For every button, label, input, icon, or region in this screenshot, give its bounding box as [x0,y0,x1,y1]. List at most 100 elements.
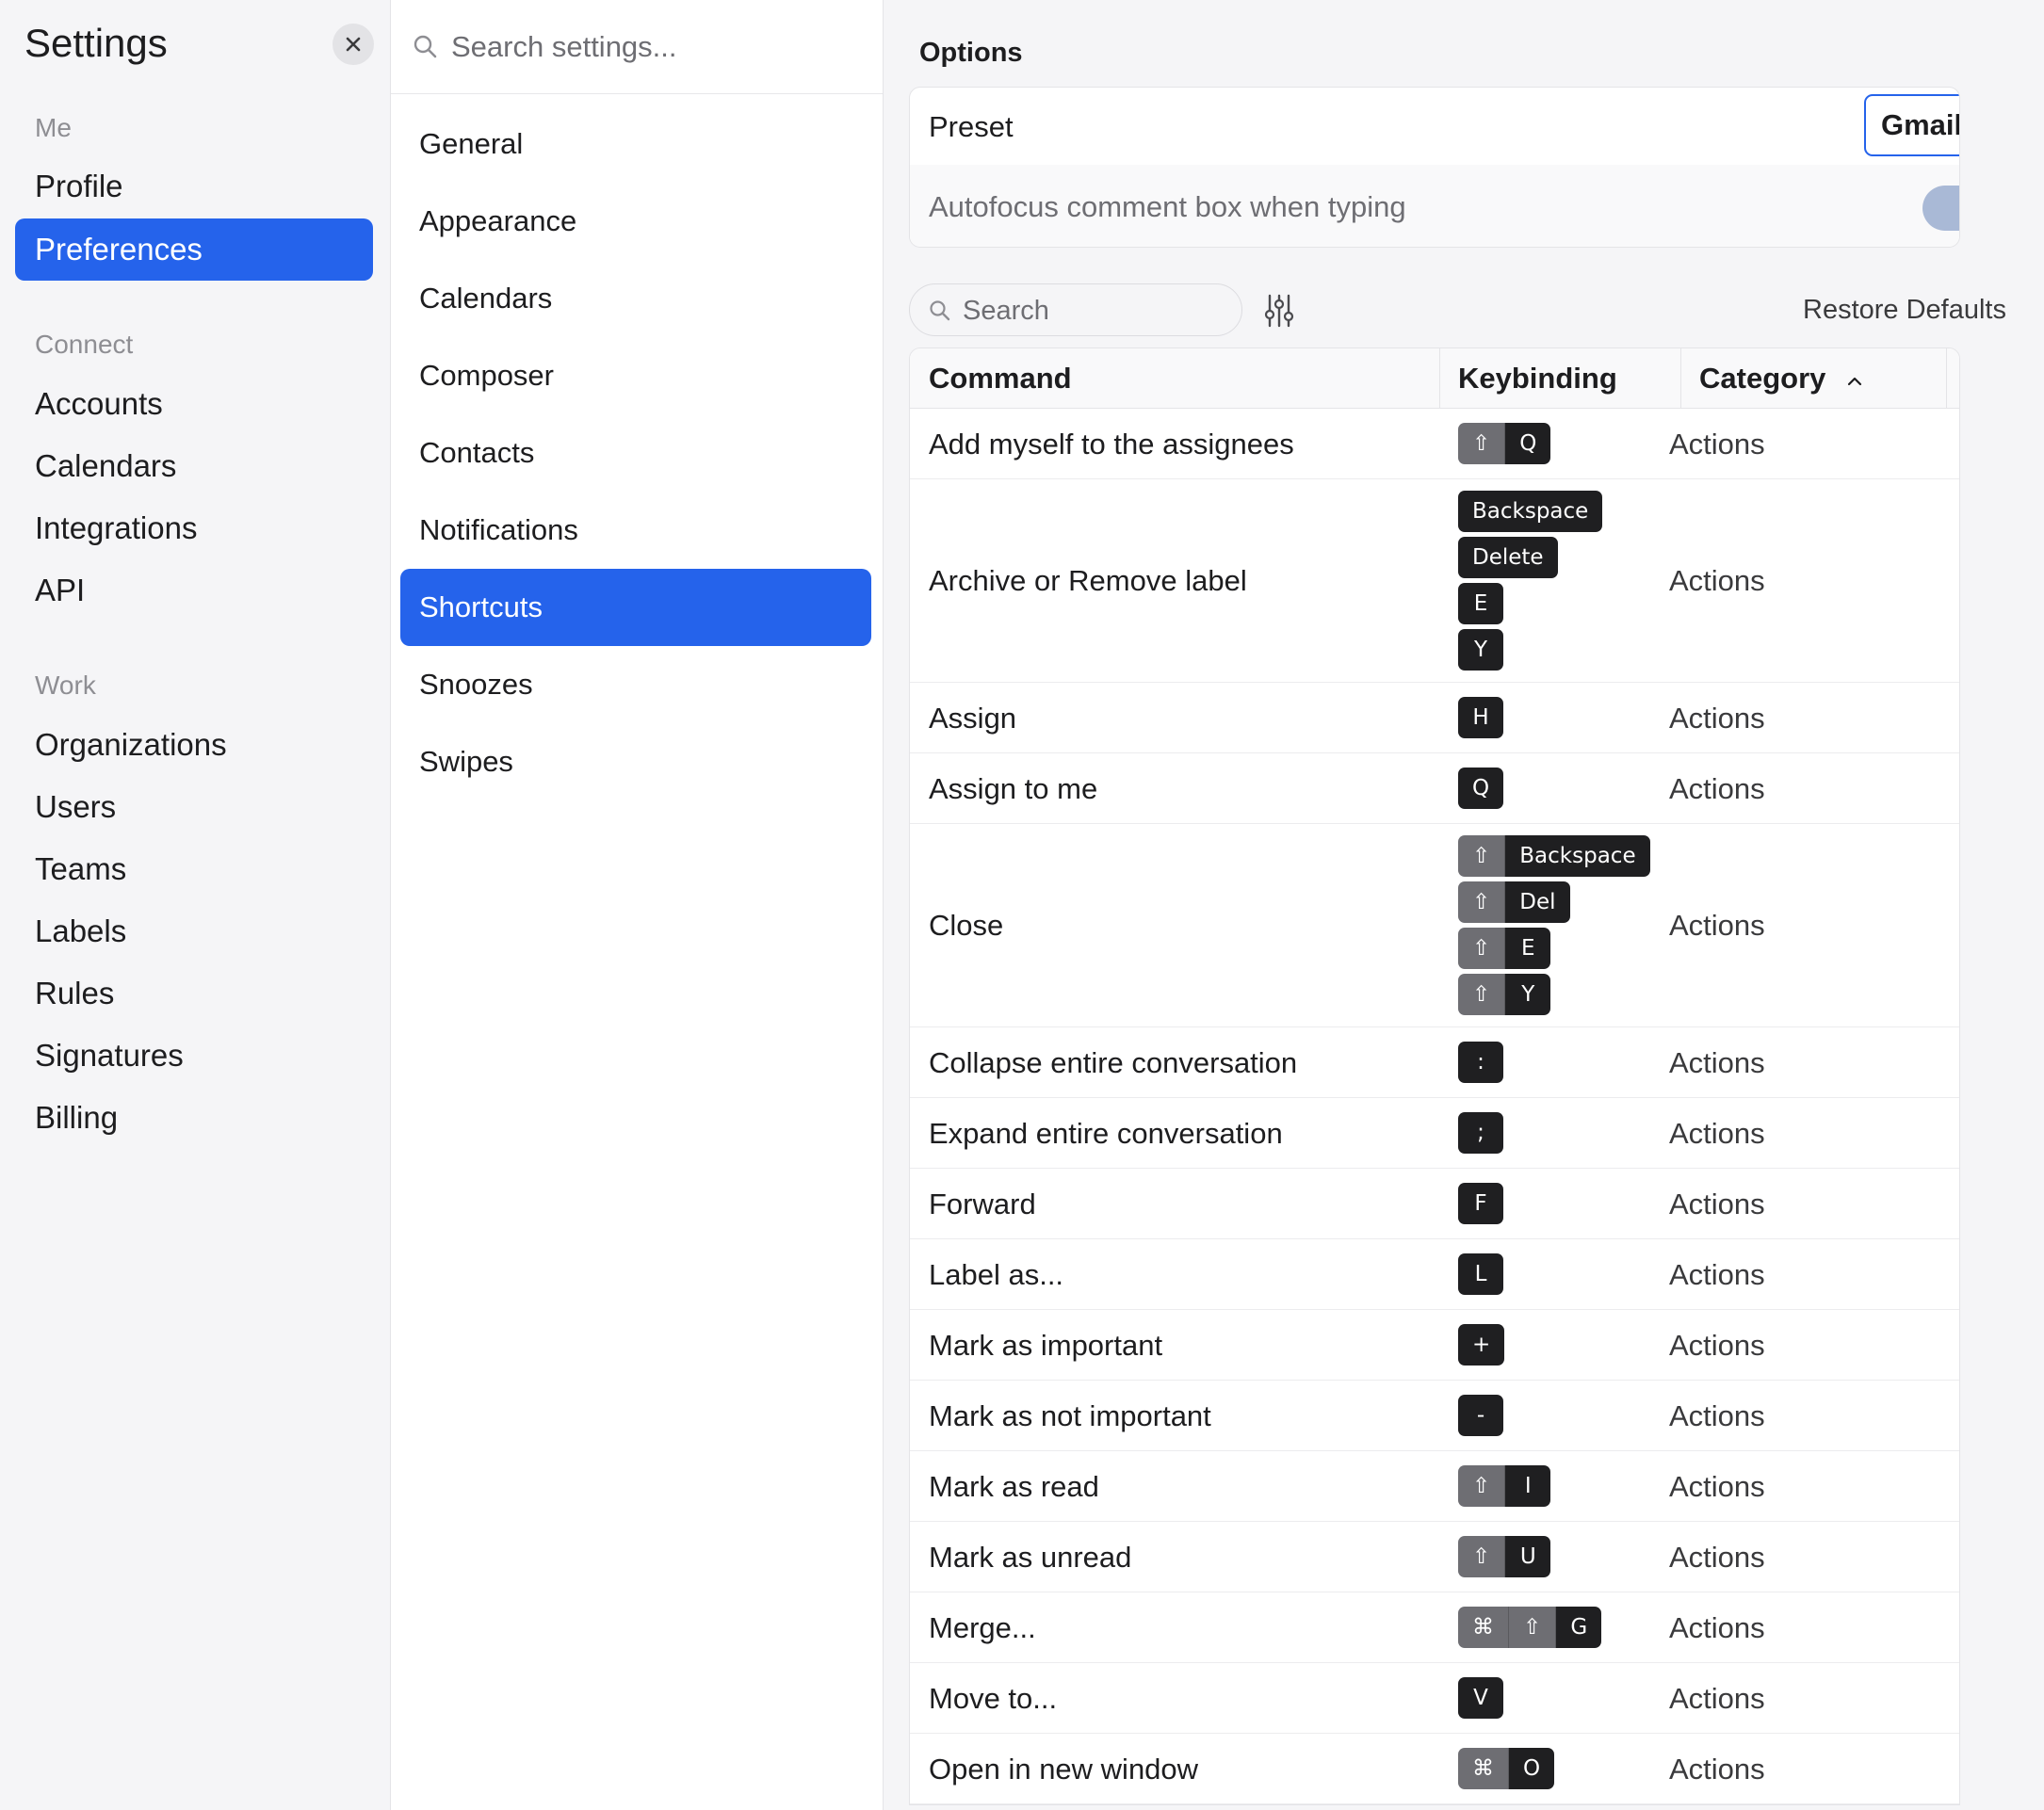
keybinding-combo: ⌘ ⇧ G [1458,1606,1602,1650]
keybinding-combo: ⇧ Y [1458,973,1650,1017]
sidebar-item-users[interactable]: Users [15,776,373,838]
command-name: Assign to me [929,771,1098,805]
nav-item-contacts[interactable]: Contacts [400,414,871,492]
keybinding-cell[interactable]: : [1458,1041,1503,1088]
section-label-connect: Connect [35,330,134,359]
sidebar-item-signatures[interactable]: Signatures [15,1025,373,1087]
key-chip: L [1458,1252,1503,1295]
key-chip: ⇧ Backspace [1458,834,1650,877]
category-label: Actions [1669,909,1765,942]
preset-select[interactable]: Gmail [1864,94,1959,156]
nav-item-shortcuts[interactable]: Shortcuts [400,569,871,646]
keybinding-cell[interactable]: + [1458,1323,1505,1370]
shift-key-icon: ⇧ [1458,927,1506,969]
keybinding-cell[interactable]: ⇧ Backspace ⇧ Del ⇧ E ⇧ Y [1458,834,1650,1020]
shift-key-icon: ⇧ [1458,422,1506,464]
keybinding-cell[interactable]: Backspace Delete E Y [1458,490,1603,675]
column-header-keybinding[interactable]: Keybinding [1458,348,1617,409]
nav-item-calendars[interactable]: Calendars [400,260,871,337]
settings-sidebar: Settings Me Profile Preferences Connect … [0,0,391,1810]
autofocus-toggle[interactable] [1922,186,1959,231]
close-icon [346,37,361,52]
keybinding-combo: ⇧ Backspace [1458,834,1650,879]
category-label: Actions [1669,1752,1765,1786]
keybinding-cell[interactable]: ⇧ Q [1458,422,1551,469]
shortcut-search-input[interactable] [963,292,1226,330]
keybinding-cell[interactable]: ⌘ O [1458,1747,1555,1794]
key-label: Q [1458,767,1504,809]
options-title: Options [919,38,1023,68]
key-label: I [1505,1464,1551,1507]
table-row: Assign to me Q Actions [910,753,1959,824]
nav-item-snoozes[interactable]: Snoozes [400,646,871,723]
category-label: Actions [1669,1469,1765,1503]
sidebar-item-api[interactable]: API [15,559,373,622]
sidebar-item-calendars[interactable]: Calendars [15,435,373,497]
nav-item-appearance[interactable]: Appearance [400,183,871,260]
sidebar-item-integrations[interactable]: Integrations [15,497,373,559]
nav-item-composer[interactable]: Composer [400,337,871,414]
command-name: Mark as unread [929,1540,1132,1574]
autofocus-row: Autofocus comment box when typing [910,165,1959,247]
column-header-command[interactable]: Command [929,348,1072,409]
keybinding-combo: ⇧ E [1458,927,1650,971]
restore-defaults-button[interactable]: Restore Defaults [1803,295,2006,326]
key-label: U [1505,1535,1551,1577]
sidebar-item-billing[interactable]: Billing [15,1087,373,1149]
category-label: Actions [1669,771,1765,805]
table-row: Mark as unread ⇧ U Actions [910,1522,1959,1592]
sidebar-item-preferences[interactable]: Preferences [15,218,373,281]
shortcuts-panel: Options Preset Gmail Autofocus comment b… [884,0,2044,1810]
keybinding-cell[interactable]: Q [1458,767,1504,814]
preset-label: Preset [929,110,1014,143]
keybinding-combo: Y [1458,628,1602,672]
sidebar-item-labels[interactable]: Labels [15,900,373,962]
command-name: Close [929,909,1004,942]
category-label: Actions [1669,701,1765,735]
shift-key-icon: ⇧ [1458,1535,1506,1577]
sidebar-item-teams[interactable]: Teams [15,838,373,900]
command-name: Expand entire conversation [929,1116,1283,1150]
keybinding-combo: V [1458,1676,1503,1721]
key-label: G [1556,1606,1602,1648]
key-chip: ⇧ U [1458,1535,1551,1577]
command-name: Collapse entire conversation [929,1045,1298,1079]
keybinding-cell[interactable]: F [1458,1182,1503,1229]
keybinding-cell[interactable]: ⇧ I [1458,1464,1551,1511]
keybinding-cell[interactable]: V [1458,1676,1503,1723]
keybinding-cell[interactable]: ⇧ U [1458,1535,1551,1582]
sidebar-item-profile[interactable]: Profile [15,155,373,218]
section-label-me: Me [35,113,72,142]
key-label: Backspace [1505,834,1650,877]
table-row: Archive or Remove label Backspace Delete E Y… [910,479,1959,683]
category-label: Actions [1669,1610,1765,1644]
nav-item-swipes[interactable]: Swipes [400,723,871,800]
nav-item-notifications[interactable]: Notifications [400,492,871,569]
column-header-category[interactable]: Category [1699,348,1862,409]
command-key-icon: ⌘ [1458,1747,1509,1789]
table-row: Label as... L Actions [910,1239,1959,1310]
key-label: Delete [1458,536,1558,578]
keybinding-cell[interactable]: ; [1458,1111,1503,1158]
sidebar-item-rules[interactable]: Rules [15,962,373,1025]
sidebar-item-accounts[interactable]: Accounts [15,373,373,435]
settings-search [391,0,883,94]
nav-item-general[interactable]: General [400,105,871,183]
search-icon [930,300,950,321]
table-row: Add myself to the assignees ⇧ Q Actions [910,409,1959,479]
key-label: : [1458,1041,1503,1083]
table-body: Add myself to the assignees ⇧ Q Actions Arch… [910,409,1959,1804]
keybinding-combo: L [1458,1252,1503,1297]
shift-key-icon: ⇧ [1458,973,1506,1015]
table-row: Close ⇧ Backspace ⇧ Del ⇧ E ⇧ Y Actions [910,824,1959,1027]
key-label: E [1505,927,1551,969]
sliders-icon[interactable] [1263,294,1295,328]
key-label: Backspace [1458,490,1603,532]
keybinding-cell[interactable]: - [1458,1394,1503,1441]
keybinding-cell[interactable]: L [1458,1252,1503,1300]
sidebar-item-organizations[interactable]: Organizations [15,714,373,776]
keybinding-cell[interactable]: ⌘ ⇧ G [1458,1606,1602,1653]
close-button[interactable] [333,24,374,65]
keybinding-cell[interactable]: H [1458,696,1503,743]
settings-search-input[interactable] [451,23,866,72]
